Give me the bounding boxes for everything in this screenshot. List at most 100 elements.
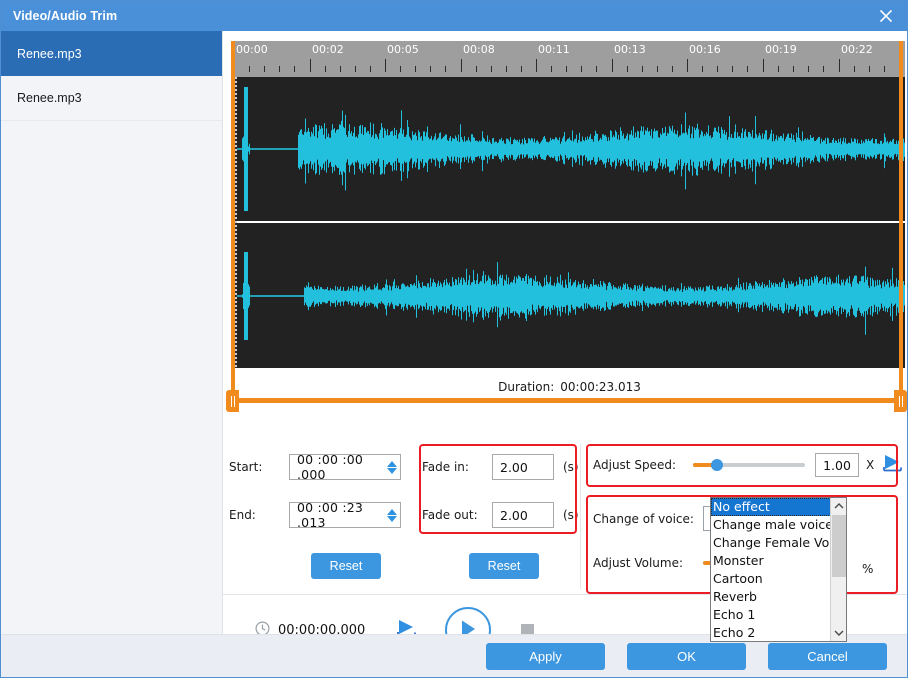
file-list-item-0[interactable]: Renee.mp3 (1, 31, 222, 76)
scrollbar-thumb[interactable] (832, 515, 846, 577)
ruler-tick-label: 00:19 (765, 43, 797, 56)
waveform-channel-left (234, 77, 905, 221)
ruler-tick-label: 00:08 (463, 43, 495, 56)
fade-in-value: 2.00 (500, 459, 528, 475)
ruler-major-tick (385, 59, 386, 72)
fade-reset-button[interactable]: Reset (469, 553, 539, 579)
scroll-up-icon[interactable] (831, 498, 846, 514)
fade-out-row: Fade out: 2.00 (s) (422, 502, 579, 528)
ruler-major-tick (536, 59, 537, 72)
stepper-up-icon[interactable] (387, 508, 397, 515)
ruler-minor-tick (264, 66, 265, 72)
ruler-minor-tick (430, 66, 431, 72)
waveform-area: 00:00 00:02 00:05 00:08 00:11 00:13 00:16 00:19… (226, 41, 907, 431)
ruler-minor-tick (717, 66, 718, 72)
stepper-down-icon[interactable] (387, 515, 397, 522)
trim-range-bar (231, 398, 903, 403)
ruler-minor-tick (702, 66, 703, 72)
ruler-minor-tick (672, 66, 673, 72)
volume-unit-label: % (862, 562, 874, 576)
ruler-minor-tick (551, 66, 552, 72)
ruler-major-tick (310, 59, 311, 72)
trim-start-handle[interactable] (226, 390, 239, 412)
ruler-minor-tick (581, 66, 582, 72)
end-time-input[interactable]: 00 :00 :23 .013 (289, 500, 401, 530)
dropdown-option[interactable]: Change Female Voice (711, 534, 846, 552)
scroll-down-icon[interactable] (831, 625, 846, 641)
file-name-label: Renee.mp3 (17, 46, 82, 61)
trim-reset-button[interactable]: Reset (311, 553, 381, 579)
duration-value: 00:00:23.013 (560, 380, 641, 394)
cancel-button[interactable]: Cancel (768, 642, 887, 670)
fade-in-input[interactable]: 2.00 (492, 454, 554, 480)
stepper-up-icon[interactable] (387, 460, 397, 467)
ruler-major-tick (839, 59, 840, 72)
end-time-row: End: 00 :00 :23 .013 (229, 500, 401, 530)
trim-end-handle[interactable] (894, 390, 907, 412)
ruler-tick-label: 00:11 (538, 43, 570, 56)
ruler-minor-tick (506, 66, 507, 72)
close-button[interactable] (863, 1, 907, 31)
ruler-minor-tick (854, 66, 855, 72)
adjust-speed-row: Adjust Speed: 1.00 X (593, 453, 905, 477)
start-label: Start: (229, 460, 263, 474)
ruler-minor-tick (793, 66, 794, 72)
fade-out-unit: (s) (563, 508, 579, 522)
grip-line (230, 395, 232, 407)
end-time-stepper[interactable] (387, 508, 397, 522)
ok-button[interactable]: OK (627, 642, 746, 670)
dropdown-option[interactable]: Echo 1 (711, 606, 831, 624)
ruler-minor-tick (778, 66, 779, 72)
slider-knob[interactable] (711, 459, 723, 471)
speed-value-input[interactable]: 1.00 (815, 453, 859, 477)
change-voice-dropdown-list[interactable]: No effect Change male voice Change Female … (710, 497, 847, 642)
duration-label: Duration: (498, 380, 555, 394)
waveform-channels[interactable] (234, 77, 905, 368)
grip-line (898, 395, 900, 407)
ruler-major-tick (763, 59, 764, 72)
stepper-down-icon[interactable] (387, 467, 397, 474)
file-name-label: Renee.mp3 (17, 91, 82, 105)
dropdown-options[interactable]: No effect Change male voice Change Female … (711, 498, 846, 641)
ruler-minor-tick (445, 66, 446, 72)
file-list-sidebar: Renee.mp3 Renee.mp3 (1, 31, 223, 634)
ruler-minor-tick (415, 66, 416, 72)
ruler-minor-tick (627, 66, 628, 72)
dropdown-option[interactable]: No effect (711, 498, 831, 516)
start-time-stepper[interactable] (387, 460, 397, 474)
dropdown-option[interactable]: Change male voice (711, 516, 833, 534)
ruler-minor-tick (476, 66, 477, 72)
file-list-item-1[interactable]: Renee.mp3 (1, 76, 222, 121)
fade-in-label: Fade in: (422, 460, 469, 474)
ruler-tick-label: 00:02 (312, 43, 344, 56)
ruler-minor-tick (491, 66, 492, 72)
play-preview-icon[interactable] (881, 454, 905, 477)
ruler-minor-tick (294, 66, 295, 72)
channel-divider (234, 221, 905, 223)
end-label: End: (229, 508, 256, 522)
close-icon (879, 9, 893, 23)
ruler-minor-tick (596, 66, 597, 72)
speed-slider[interactable] (693, 458, 805, 472)
ruler-minor-tick (249, 66, 250, 72)
ruler-minor-tick (521, 66, 522, 72)
dropdown-option[interactable]: Monster (711, 552, 831, 570)
speed-unit-label: X (866, 458, 875, 472)
ruler-minor-tick (657, 66, 658, 72)
adjust-speed-label: Adjust Speed: (593, 458, 676, 472)
dropdown-option[interactable]: Reverb (711, 588, 831, 606)
ruler-major-tick (687, 59, 688, 72)
timeline-ruler[interactable]: 00:00 00:02 00:05 00:08 00:11 00:13 00:16 00:19… (234, 41, 905, 77)
start-time-input[interactable]: 00 :00 :00 .000 (289, 452, 401, 482)
apply-button[interactable]: Apply (486, 642, 605, 670)
waveform-channel-right (234, 224, 905, 368)
dropdown-option[interactable]: Echo 2 (711, 624, 831, 641)
ruler-minor-tick (325, 66, 326, 72)
dropdown-option[interactable]: Cartoon (711, 570, 831, 588)
change-voice-label: Change of voice: (593, 511, 694, 526)
fade-out-label: Fade out: (422, 508, 478, 522)
dropdown-scrollbar[interactable] (830, 498, 846, 641)
fade-out-input[interactable]: 2.00 (492, 502, 554, 528)
ruler-tick-label: 00:13 (614, 43, 646, 56)
ruler-major-tick (612, 59, 613, 72)
